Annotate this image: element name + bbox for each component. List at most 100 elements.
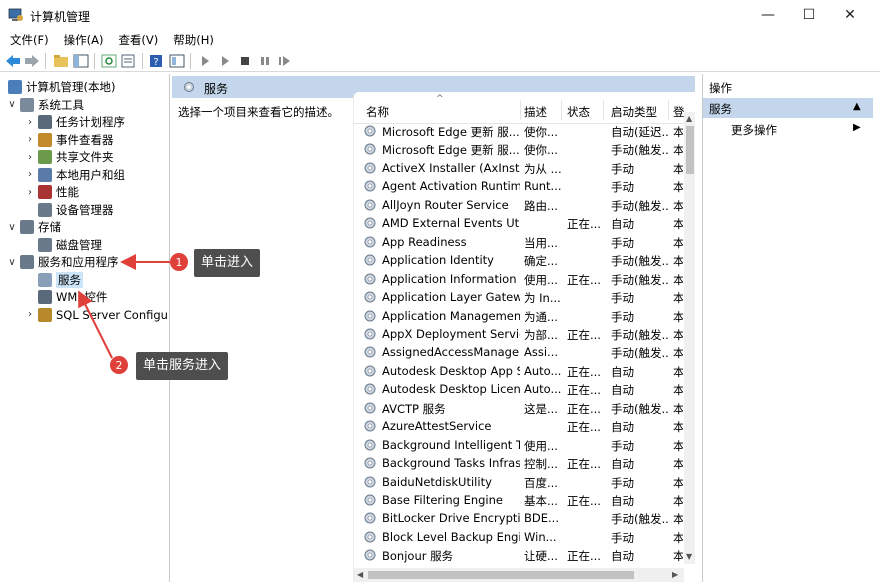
collapsed-icon[interactable]: › xyxy=(24,117,36,128)
maximize-button[interactable]: ☐ xyxy=(786,0,832,30)
collapsed-icon[interactable]: › xyxy=(24,169,36,180)
table-row[interactable]: Microsoft Edge 更新 服... 使你... 手动(触发... 本 xyxy=(354,140,684,159)
start-service-icon[interactable] xyxy=(196,52,214,70)
tree-item[interactable]: 磁盘管理 xyxy=(24,236,102,254)
table-row[interactable]: AMD External Events Utility 正在... 自动 本 xyxy=(354,214,684,233)
help-icon[interactable]: ? xyxy=(148,52,166,70)
gear-icon xyxy=(364,420,376,432)
forward-icon[interactable] xyxy=(23,52,41,70)
collapsed-icon[interactable]: › xyxy=(24,134,36,145)
menu-help[interactable]: 帮助(H) xyxy=(163,30,219,50)
table-row[interactable]: Background Intelligent T... 使用... 手动 本 xyxy=(354,436,684,455)
column-logon[interactable]: 登 xyxy=(673,104,685,120)
service-description: BDE... xyxy=(524,511,559,526)
scroll-right-icon[interactable]: ▶ xyxy=(672,570,678,579)
table-row[interactable]: Bonjour 服务 让硬... 正在... 自动 本 xyxy=(354,546,684,565)
table-row[interactable]: Autodesk Desktop Licens... Auto... 正在... 自动… xyxy=(354,380,684,399)
tree-item[interactable]: 设备管理器 xyxy=(24,201,114,219)
stop-service-icon[interactable] xyxy=(236,52,254,70)
tree-item[interactable]: › 本地用户和组 xyxy=(24,166,125,184)
scroll-down-icon[interactable]: ▼ xyxy=(686,552,692,561)
service-logon: 本 xyxy=(673,309,683,325)
service-description: 这是... xyxy=(524,401,558,416)
actions-section-services[interactable]: 服务 ▲ xyxy=(703,98,873,118)
collapsed-icon[interactable]: › xyxy=(24,309,36,320)
tree-item-label: 服务和应用程序 xyxy=(38,255,119,269)
service-startup-type: 自动 xyxy=(611,457,634,472)
properties-icon[interactable] xyxy=(168,52,186,70)
start-service-alt-icon[interactable] xyxy=(216,52,234,70)
column-description[interactable]: 描述 xyxy=(524,104,547,120)
expanded-icon[interactable]: ∨ xyxy=(6,99,18,110)
description-hint: 选择一个项目来查看它的描述。 xyxy=(178,105,339,119)
table-row[interactable]: AzureAttestService 正在... 自动 本 xyxy=(354,417,684,436)
service-startup-type: 手动 xyxy=(611,309,634,324)
tree-item[interactable]: 计算机管理(本地) xyxy=(6,78,115,96)
tree-item[interactable]: › 共享文件夹 xyxy=(24,148,114,166)
gear-icon xyxy=(364,162,376,174)
more-actions-link[interactable]: 更多操作 xyxy=(731,122,777,138)
restart-service-icon[interactable] xyxy=(276,52,294,70)
tree-item[interactable]: › SQL Server Configura xyxy=(24,306,170,324)
minimize-button[interactable]: — xyxy=(745,0,791,30)
table-row[interactable]: Microsoft Edge 更新 服... 使你... 自动(延迟... 本 xyxy=(354,122,684,141)
tree-item[interactable]: ∨ 系统工具 xyxy=(6,96,84,114)
column-divider[interactable] xyxy=(603,100,604,120)
expanded-icon[interactable]: ∨ xyxy=(6,222,18,233)
table-row[interactable]: AppX Deployment Servic... 为部... 正在... 手动(触发… xyxy=(354,325,684,344)
tree-item[interactable]: WMI 控件 xyxy=(24,288,107,306)
pause-service-icon[interactable] xyxy=(256,52,274,70)
export-list-icon[interactable] xyxy=(120,52,138,70)
collapsed-icon[interactable]: › xyxy=(24,187,36,198)
refresh-icon[interactable] xyxy=(100,52,118,70)
table-row[interactable]: Block Level Backup Engi... Win... 手动 本 xyxy=(354,528,684,547)
vertical-scroll-thumb[interactable] xyxy=(686,126,694,174)
table-row[interactable]: BitLocker Drive Encryptio... BDE... 手动(触发.… xyxy=(354,509,684,528)
menu-action[interactable]: 操作(A) xyxy=(54,30,109,50)
tree-item[interactable]: › 性能 xyxy=(24,183,79,201)
table-row[interactable]: Background Tasks Infras... 控制... 正在... 自动 本 xyxy=(354,454,684,473)
back-icon[interactable] xyxy=(4,52,22,70)
table-row[interactable]: ActiveX Installer (AxInstSV) 为从 ... 手动 本 xyxy=(354,159,684,178)
scroll-up-icon[interactable]: ▲ xyxy=(686,114,692,123)
tree-item[interactable]: 服务 xyxy=(24,271,83,289)
table-row[interactable]: Application Management 为通... 手动 本 xyxy=(354,307,684,326)
table-row[interactable]: BaiduNetdiskUtility 百度... 手动 本 xyxy=(354,473,684,492)
horizontal-scrollbar[interactable]: ◀ ▶ xyxy=(354,568,684,582)
tree-item[interactable]: ∨ 服务和应用程序 xyxy=(6,253,119,271)
gear-icon xyxy=(184,82,194,92)
tree-item-label: 计算机管理(本地) xyxy=(26,80,116,94)
service-startup-type: 手动(触发... xyxy=(611,143,669,158)
menu-file[interactable]: 文件(F) xyxy=(0,30,54,50)
tree-item[interactable]: › 事件查看器 xyxy=(24,131,114,149)
table-row[interactable]: Application Information 使用... 正在... 手动(触发..… xyxy=(354,270,684,289)
table-row[interactable]: App Readiness 当用... 手动 本 xyxy=(354,233,684,252)
table-row[interactable]: AllJoyn Router Service 路由... 手动(触发... 本 xyxy=(354,196,684,215)
horizontal-scroll-thumb[interactable] xyxy=(368,571,634,579)
table-row[interactable]: AVCTP 服务 这是... 正在... 手动(触发... 本 xyxy=(354,399,684,418)
tree-item[interactable]: › 任务计划程序 xyxy=(24,113,125,131)
expanded-icon[interactable]: ∨ xyxy=(6,257,18,268)
column-startup-type[interactable]: 启动类型 xyxy=(611,104,657,120)
table-row[interactable]: Autodesk Desktop App S... Auto... 正在... 自动 本 xyxy=(354,362,684,381)
table-row[interactable]: AssignedAccessManager... Assi... 手动(触发... 本 xyxy=(354,343,684,362)
column-name[interactable]: 名称 xyxy=(366,104,389,120)
table-row[interactable]: Agent Activation Runtime... Runt... 手动 本 xyxy=(354,177,684,196)
table-row[interactable]: Application Identity 确定... 手动(触发... 本 xyxy=(354,251,684,270)
collapse-icon[interactable]: ▲ xyxy=(853,101,861,112)
collapsed-icon[interactable]: › xyxy=(24,152,36,163)
close-button[interactable]: ✕ xyxy=(827,0,873,30)
vertical-scrollbar[interactable]: ▲ ▼ xyxy=(684,112,695,564)
table-row[interactable]: Base Filtering Engine 基本... 正在... 自动 本 xyxy=(354,491,684,510)
scroll-left-icon[interactable]: ◀ xyxy=(357,570,363,579)
up-folder-icon[interactable] xyxy=(52,52,70,70)
column-divider[interactable] xyxy=(668,100,669,120)
tree-item[interactable]: ∨ 存储 xyxy=(6,218,61,236)
table-row[interactable]: Application Layer Gatewa... 为 In... 手动 本 xyxy=(354,288,684,307)
column-divider[interactable] xyxy=(520,100,521,120)
column-divider[interactable] xyxy=(561,100,562,120)
tree-item-label: SQL Server Configura xyxy=(56,307,170,322)
column-status[interactable]: 状态 xyxy=(567,104,590,120)
menu-view[interactable]: 查看(V) xyxy=(108,30,163,50)
show-tree-icon[interactable] xyxy=(72,52,90,70)
